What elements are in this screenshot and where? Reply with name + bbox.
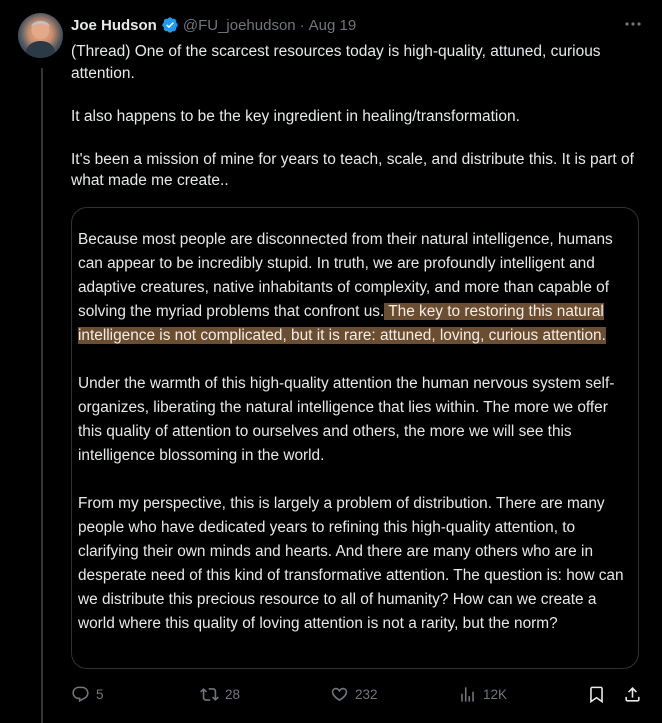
quote-text: Because most people are disconnected fro… [78,228,633,636]
more-icon[interactable] [622,14,644,34]
tweet-paragraph: It's been a mission of mine for years to… [71,150,634,190]
like-button[interactable]: 232 [330,685,378,704]
thread-line [41,68,43,723]
bookmark-icon [590,686,603,703]
quote-paragraph: From my perspective, this is largely a p… [78,495,624,632]
repost-count: 28 [225,686,241,702]
quote-card[interactable]: Because most people are disconnected fro… [71,207,639,669]
views-button[interactable]: 12K [458,685,507,704]
share-icon [625,686,640,702]
views-icon [461,686,474,702]
user-handle[interactable]: @FU_joehudson [183,17,296,34]
repost-button[interactable]: 28 [200,685,240,704]
tweet-header: Joe Hudson @FU_joehudson · Aug 19 [71,14,646,36]
display-name[interactable]: Joe Hudson [71,17,157,34]
bookmark-button[interactable] [587,685,606,704]
views-count: 12K [483,686,508,702]
share-button[interactable] [623,685,642,704]
separator-dot: · [299,16,305,34]
tweet-paragraph: It also happens to be the key ingredient… [71,107,520,125]
reply-button[interactable]: 5 [71,685,104,704]
tweet-text: (Thread) One of the scarcest resources t… [71,41,643,192]
like-icon [331,687,348,701]
reply-icon [72,686,89,702]
like-count: 232 [355,686,378,702]
post-date[interactable]: Aug 19 [309,17,357,34]
verified-badge-icon [161,16,179,34]
repost-icon [200,687,219,701]
quote-paragraph: Because most people are disconnected fro… [78,228,633,348]
quote-paragraph: Under the warmth of this high-quality at… [78,375,615,464]
tweet-paragraph: (Thread) One of the scarcest resources t… [71,43,601,82]
avatar[interactable] [18,13,63,58]
reply-count: 5 [96,686,104,702]
action-bar: 5 28 232 12K [71,681,643,707]
